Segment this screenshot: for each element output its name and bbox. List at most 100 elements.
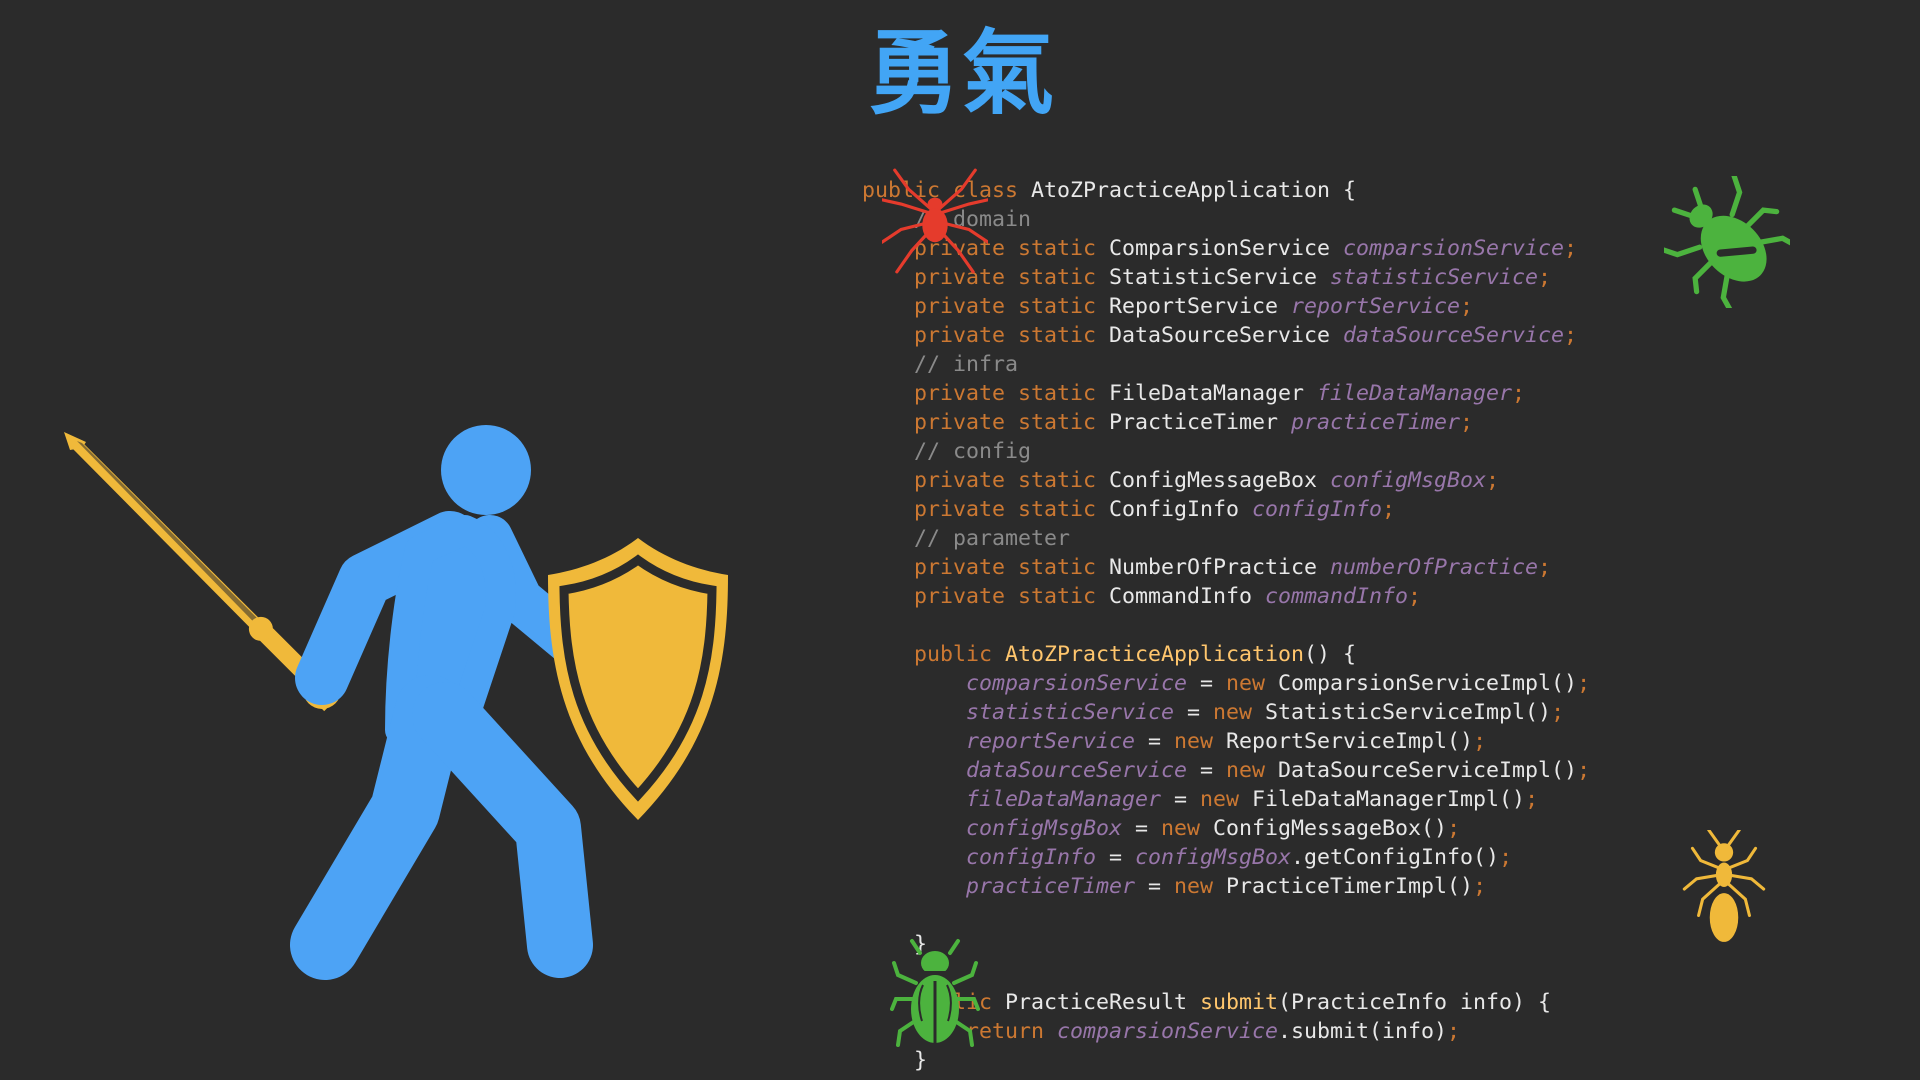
code-token: new <box>1226 758 1279 783</box>
code-token: new <box>1226 671 1279 696</box>
code-token: reportService <box>862 729 1136 754</box>
code-token: FileDataManager <box>1109 381 1318 406</box>
code-token: NumberOfPractice <box>1109 555 1331 580</box>
scarab-beetle-icon <box>890 939 980 1047</box>
code-line: dataSourceService = new DataSourceServic… <box>862 756 1590 785</box>
code-token: ; <box>1447 816 1461 841</box>
code-token: practiceTimer <box>1291 410 1461 435</box>
code-token: ; <box>1473 874 1487 899</box>
code-token: statisticService <box>862 700 1175 725</box>
code-token: ; <box>1525 787 1539 812</box>
code-token: = <box>1187 671 1227 696</box>
code-token: comparsionService <box>862 671 1188 696</box>
code-line: public AtoZPracticeApplication() { <box>862 640 1590 669</box>
code-token: ComparsionServiceImpl() <box>1278 671 1578 696</box>
code-line: comparsionService = new ComparsionServic… <box>862 669 1590 698</box>
code-token: configMsgBox <box>1330 468 1487 493</box>
code-token: (PracticeInfo info) { <box>1278 990 1552 1015</box>
code-line: // config <box>862 437 1590 466</box>
code-token: configInfo <box>1252 497 1383 522</box>
code-line: private static ConfigInfo configInfo; <box>862 495 1590 524</box>
code-line: configInfo = configMsgBox.getConfigInfo(… <box>862 843 1590 872</box>
code-token: ConfigMessageBox <box>1109 468 1331 493</box>
code-token: numberOfPractice <box>1330 555 1539 580</box>
code-token: private static <box>862 468 1110 493</box>
code-token: ; <box>1577 758 1591 783</box>
code-token: new <box>1161 816 1214 841</box>
code-token: ; <box>1577 671 1591 696</box>
code-token: configMsgBox <box>1135 845 1292 870</box>
code-token: DataSourceServiceImpl() <box>1278 758 1578 783</box>
code-token: fileDataManager <box>1317 381 1513 406</box>
code-token: FileDataManagerImpl() <box>1252 787 1526 812</box>
code-token: StatisticServiceImpl() <box>1265 700 1552 725</box>
code-token: configInfo <box>862 845 1097 870</box>
code-token: AtoZPracticeApplication <box>1031 178 1344 203</box>
code-token: // infra <box>862 352 1019 377</box>
code-line: private static ReportService reportServi… <box>862 292 1590 321</box>
code-token: = <box>1096 845 1136 870</box>
code-token: ; <box>1382 497 1396 522</box>
code-line: practiceTimer = new PracticeTimerImpl(); <box>862 872 1590 901</box>
code-line: private static PracticeTimer practiceTim… <box>862 408 1590 437</box>
code-token: PracticeTimerImpl() <box>1226 874 1474 899</box>
code-token: ; <box>1512 381 1526 406</box>
code-token: = <box>1174 700 1214 725</box>
code-token: new <box>1200 787 1253 812</box>
code-token: ; <box>1460 294 1474 319</box>
code-token: dataSourceService <box>1343 323 1565 348</box>
spider-icon <box>882 168 988 274</box>
code-token: private static <box>862 294 1110 319</box>
code-token: ; <box>1408 584 1422 609</box>
code-token: // config <box>862 439 1032 464</box>
code-line: private static DataSourceService dataSou… <box>862 321 1590 350</box>
code-token: ReportService <box>1109 294 1292 319</box>
code-token: ; <box>1460 410 1474 435</box>
code-token: private static <box>862 555 1110 580</box>
code-token: private static <box>862 381 1110 406</box>
code-line: private static ConfigMessageBox configMs… <box>862 466 1590 495</box>
code-line: // parameter <box>862 524 1590 553</box>
code-token: ReportServiceImpl() <box>1226 729 1474 754</box>
code-line: reportService = new ReportServiceImpl(); <box>862 727 1590 756</box>
code-line: private static CommandInfo commandInfo; <box>862 582 1590 611</box>
code-line: private static NumberOfPractice numberOf… <box>862 553 1590 582</box>
code-token: new <box>1174 729 1227 754</box>
code-token: PracticeTimer <box>1109 410 1292 435</box>
code-token: commandInfo <box>1265 584 1409 609</box>
code-token: new <box>1174 874 1227 899</box>
code-line: configMsgBox = new ConfigMessageBox(); <box>862 814 1590 843</box>
code-token: ; <box>1538 555 1552 580</box>
code-token: configMsgBox <box>862 816 1123 841</box>
code-token: ; <box>1499 845 1513 870</box>
code-token: reportService <box>1291 294 1461 319</box>
code-token: ConfigMessageBox() <box>1213 816 1448 841</box>
code-token: // parameter <box>862 526 1071 551</box>
code-token: ; <box>1551 700 1565 725</box>
code-token: ; <box>1564 323 1578 348</box>
code-token: = <box>1161 787 1201 812</box>
code-token: () { <box>1304 642 1357 667</box>
code-token: DataSourceService <box>1109 323 1344 348</box>
code-line: private static FileDataManager fileDataM… <box>862 379 1590 408</box>
code-token: StatisticService <box>1109 265 1331 290</box>
code-token: practiceTimer <box>862 874 1136 899</box>
slide-title: 勇氣 <box>868 20 1057 127</box>
code-token: comparsionService <box>1343 236 1565 261</box>
code-token: = <box>1122 816 1162 841</box>
code-token: comparsionService <box>1057 1019 1279 1044</box>
code-token: statisticService <box>1330 265 1539 290</box>
code-token: private static <box>862 584 1110 609</box>
code-token: = <box>1135 874 1175 899</box>
code-token: .submit(info) <box>1278 1019 1448 1044</box>
code-token: dataSourceService <box>862 758 1188 783</box>
code-token: ; <box>1538 265 1552 290</box>
ant-icon <box>1682 830 1766 942</box>
code-token: = <box>1135 729 1175 754</box>
code-token: { <box>1343 178 1357 203</box>
code-token: = <box>1187 758 1227 783</box>
code-token: submit <box>1200 990 1279 1015</box>
code-token: PracticeResult <box>1005 990 1201 1015</box>
